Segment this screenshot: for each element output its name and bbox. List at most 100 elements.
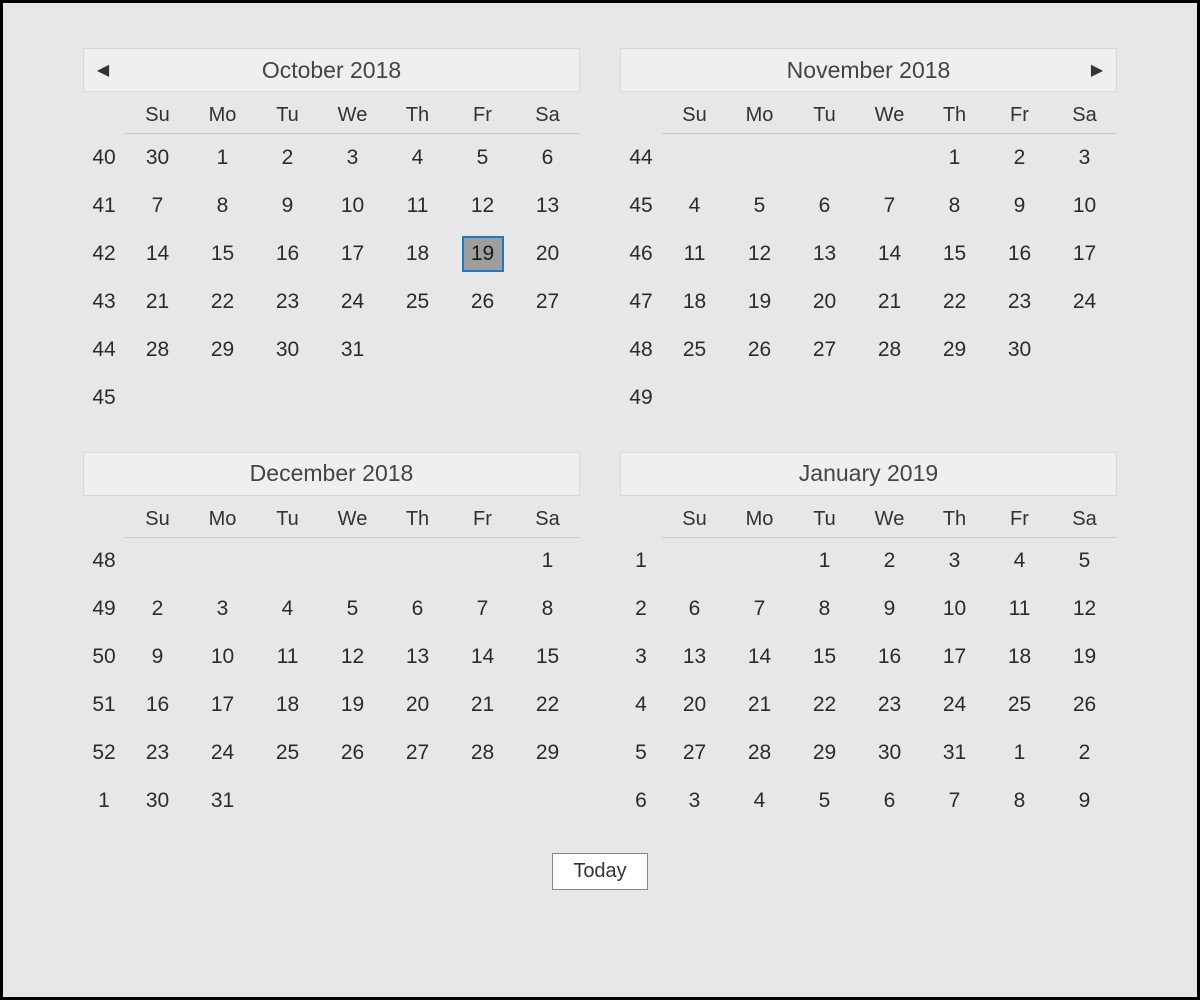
day-cell[interactable]: 16 (987, 230, 1052, 278)
day-cell[interactable]: 27 (662, 729, 727, 777)
day-cell[interactable]: 23 (255, 278, 320, 326)
day-cell[interactable]: 18 (987, 633, 1052, 681)
day-cell[interactable]: 4 (987, 537, 1052, 585)
day-cell[interactable]: 17 (320, 230, 385, 278)
day-cell[interactable]: 9 (987, 182, 1052, 230)
day-cell[interactable]: 25 (987, 681, 1052, 729)
day-cell[interactable]: 24 (190, 729, 255, 777)
day-cell[interactable]: 16 (857, 633, 922, 681)
day-cell[interactable]: 23 (125, 729, 190, 777)
day-cell[interactable]: 24 (320, 278, 385, 326)
day-cell[interactable]: 21 (450, 681, 515, 729)
day-cell[interactable]: 16 (255, 230, 320, 278)
day-cell[interactable]: 13 (385, 633, 450, 681)
day-cell[interactable]: 12 (320, 633, 385, 681)
day-cell[interactable]: 25 (662, 326, 727, 374)
day-cell[interactable]: 4 (662, 182, 727, 230)
day-cell[interactable]: 8 (922, 182, 987, 230)
day-cell[interactable]: 29 (190, 326, 255, 374)
day-cell[interactable]: 30 (125, 777, 190, 825)
day-cell[interactable]: 15 (190, 230, 255, 278)
day-cell[interactable]: 11 (385, 182, 450, 230)
day-cell[interactable]: 19 (320, 681, 385, 729)
day-cell[interactable]: 26 (727, 326, 792, 374)
day-cell[interactable]: 9 (255, 182, 320, 230)
day-cell[interactable]: 14 (727, 633, 792, 681)
day-cell[interactable]: 8 (792, 585, 857, 633)
day-cell[interactable]: 8 (190, 182, 255, 230)
day-cell[interactable]: 15 (922, 230, 987, 278)
day-cell[interactable]: 28 (450, 729, 515, 777)
day-cell[interactable]: 3 (190, 585, 255, 633)
day-cell[interactable]: 4 (727, 777, 792, 825)
day-cell[interactable]: 2 (255, 134, 320, 182)
day-cell[interactable]: 22 (190, 278, 255, 326)
day-cell[interactable]: 19 (1052, 633, 1117, 681)
day-cell[interactable]: 22 (792, 681, 857, 729)
day-cell[interactable]: 16 (125, 681, 190, 729)
day-cell[interactable]: 9 (857, 585, 922, 633)
day-cell[interactable]: 7 (857, 182, 922, 230)
day-cell[interactable]: 20 (792, 278, 857, 326)
day-cell[interactable]: 31 (922, 729, 987, 777)
day-cell[interactable]: 17 (922, 633, 987, 681)
day-cell[interactable]: 11 (987, 585, 1052, 633)
day-cell[interactable]: 14 (857, 230, 922, 278)
day-cell[interactable]: 9 (125, 633, 190, 681)
day-cell[interactable]: 23 (857, 681, 922, 729)
day-cell[interactable]: 28 (125, 326, 190, 374)
day-cell[interactable]: 6 (857, 777, 922, 825)
day-cell[interactable]: 29 (515, 729, 580, 777)
day-cell[interactable]: 25 (385, 278, 450, 326)
day-cell[interactable]: 13 (662, 633, 727, 681)
day-cell[interactable]: 20 (662, 681, 727, 729)
day-cell[interactable]: 6 (792, 182, 857, 230)
day-cell[interactable]: 27 (792, 326, 857, 374)
next-month-button[interactable]: ▶ (1082, 49, 1112, 91)
day-cell[interactable]: 15 (792, 633, 857, 681)
day-cell[interactable]: 3 (662, 777, 727, 825)
day-cell[interactable]: 5 (450, 134, 515, 182)
month-header[interactable]: ◀October 2018 (83, 48, 580, 92)
day-cell[interactable]: 27 (515, 278, 580, 326)
day-cell[interactable]: 6 (385, 585, 450, 633)
day-cell[interactable]: 13 (792, 230, 857, 278)
day-cell[interactable]: 2 (1052, 729, 1117, 777)
day-cell[interactable]: 26 (1052, 681, 1117, 729)
today-button[interactable]: Today (552, 853, 647, 890)
month-header[interactable]: December 2018 (83, 452, 580, 496)
day-cell[interactable]: 18 (385, 230, 450, 278)
day-cell[interactable]: 5 (1052, 537, 1117, 585)
day-cell[interactable]: 10 (320, 182, 385, 230)
day-cell[interactable]: 7 (922, 777, 987, 825)
day-cell[interactable]: 8 (987, 777, 1052, 825)
day-cell[interactable]: 25 (255, 729, 320, 777)
day-cell[interactable]: 26 (450, 278, 515, 326)
prev-month-button[interactable]: ◀ (88, 49, 118, 91)
day-cell[interactable]: 24 (922, 681, 987, 729)
day-cell[interactable]: 17 (1052, 230, 1117, 278)
day-cell[interactable]: 30 (857, 729, 922, 777)
day-cell[interactable]: 20 (515, 230, 580, 278)
day-cell[interactable]: 15 (515, 633, 580, 681)
day-cell[interactable]: 10 (922, 585, 987, 633)
day-cell[interactable]: 7 (450, 585, 515, 633)
day-cell[interactable]: 12 (1052, 585, 1117, 633)
day-cell[interactable]: 17 (190, 681, 255, 729)
day-cell[interactable]: 14 (450, 633, 515, 681)
day-cell[interactable]: 12 (450, 182, 515, 230)
day-cell[interactable]: 6 (662, 585, 727, 633)
day-cell[interactable]: 23 (987, 278, 1052, 326)
day-cell[interactable]: 29 (922, 326, 987, 374)
day-cell[interactable]: 7 (727, 585, 792, 633)
day-cell[interactable]: 21 (125, 278, 190, 326)
day-cell[interactable]: 19 (450, 230, 515, 278)
day-cell[interactable]: 1 (190, 134, 255, 182)
day-cell[interactable]: 24 (1052, 278, 1117, 326)
day-cell[interactable]: 1 (792, 537, 857, 585)
day-cell[interactable]: 18 (255, 681, 320, 729)
day-cell[interactable]: 28 (857, 326, 922, 374)
day-cell[interactable]: 4 (385, 134, 450, 182)
day-cell[interactable]: 11 (255, 633, 320, 681)
day-cell[interactable]: 30 (255, 326, 320, 374)
